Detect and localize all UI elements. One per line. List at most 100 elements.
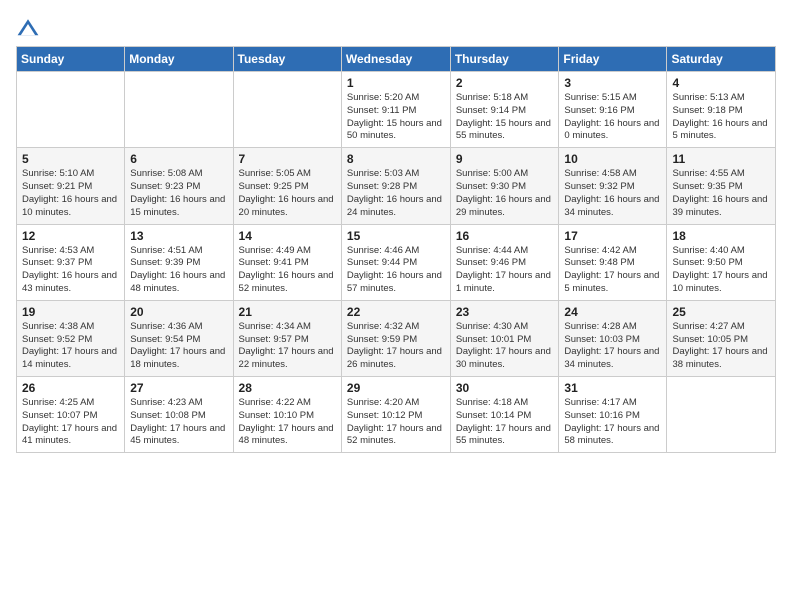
day-number: 11 bbox=[672, 152, 770, 166]
calendar-cell: 9 Sunrise: 5:00 AM Sunset: 9:30 PM Daylig… bbox=[450, 148, 559, 224]
day-info: Sunrise: 5:03 AM Sunset: 9:28 PM Dayligh… bbox=[347, 168, 445, 219]
day-number: 9 bbox=[456, 152, 554, 166]
day-number: 18 bbox=[672, 229, 770, 243]
calendar-cell: 4 Sunrise: 5:13 AM Sunset: 9:18 PM Daylig… bbox=[667, 72, 776, 148]
day-info: Sunrise: 4:20 AM Sunset: 10:12 PM Daylig… bbox=[347, 397, 445, 448]
day-number: 13 bbox=[130, 229, 227, 243]
calendar-cell: 14 Sunrise: 4:49 AM Sunset: 9:41 PM Dayli… bbox=[233, 224, 341, 300]
day-number: 29 bbox=[347, 381, 445, 395]
day-number: 5 bbox=[22, 152, 119, 166]
day-of-week-header: Sunday bbox=[17, 47, 125, 72]
calendar-cell: 13 Sunrise: 4:51 AM Sunset: 9:39 PM Dayli… bbox=[125, 224, 233, 300]
calendar-cell: 5 Sunrise: 5:10 AM Sunset: 9:21 PM Daylig… bbox=[17, 148, 125, 224]
calendar-cell: 21Sunrise: 4:34 AM Sunset: 9:57 PM Dayli… bbox=[233, 300, 341, 376]
day-number: 15 bbox=[347, 229, 445, 243]
calendar-week-row: 12 Sunrise: 4:53 AM Sunset: 9:37 PM Dayli… bbox=[17, 224, 776, 300]
calendar-cell: 2 Sunrise: 5:18 AM Sunset: 9:14 PM Daylig… bbox=[450, 72, 559, 148]
day-number: 16 bbox=[456, 229, 554, 243]
calendar-cell: 27 Sunrise: 4:23 AM Sunset: 10:08 PM Dayl… bbox=[125, 377, 233, 453]
day-info: Sunrise: 4:53 AM Sunset: 9:37 PM Dayligh… bbox=[22, 245, 119, 296]
day-info: Sunrise: 5:20 AM Sunset: 9:11 PM Dayligh… bbox=[347, 92, 445, 143]
day-number: 24 bbox=[564, 305, 661, 319]
day-info: Sunrise: 4:28 AM Sunset: 10:03 PM Daylig… bbox=[564, 321, 661, 372]
calendar-cell: 22 Sunrise: 4:32 AM Sunset: 9:59 PM Dayli… bbox=[341, 300, 450, 376]
day-number: 19 bbox=[22, 305, 119, 319]
page-header bbox=[16, 16, 776, 40]
day-info: Sunrise: 4:18 AM Sunset: 10:14 PM Daylig… bbox=[456, 397, 554, 448]
calendar-table: SundayMondayTuesdayWednesdayThursdayFrid… bbox=[16, 46, 776, 453]
day-number: 6 bbox=[130, 152, 227, 166]
day-info: Sunrise: 4:49 AM Sunset: 9:41 PM Dayligh… bbox=[239, 245, 336, 296]
calendar-cell: 24 Sunrise: 4:28 AM Sunset: 10:03 PM Dayl… bbox=[559, 300, 667, 376]
day-number: 27 bbox=[130, 381, 227, 395]
day-info: Sunrise: 4:42 AM Sunset: 9:48 PM Dayligh… bbox=[564, 245, 661, 296]
day-number: 3 bbox=[564, 76, 661, 90]
calendar-cell: 8 Sunrise: 5:03 AM Sunset: 9:28 PM Daylig… bbox=[341, 148, 450, 224]
calendar-cell: 16Sunrise: 4:44 AM Sunset: 9:46 PM Dayli… bbox=[450, 224, 559, 300]
day-number: 31 bbox=[564, 381, 661, 395]
calendar-cell: 26 Sunrise: 4:25 AM Sunset: 10:07 PM Dayl… bbox=[17, 377, 125, 453]
day-info: Sunrise: 4:38 AM Sunset: 9:52 PM Dayligh… bbox=[22, 321, 119, 372]
calendar-cell: 12 Sunrise: 4:53 AM Sunset: 9:37 PM Dayli… bbox=[17, 224, 125, 300]
day-info: Sunrise: 5:13 AM Sunset: 9:18 PM Dayligh… bbox=[672, 92, 770, 143]
calendar-cell: 31 Sunrise: 4:17 AM Sunset: 10:16 PM Dayl… bbox=[559, 377, 667, 453]
day-info: Sunrise: 4:22 AM Sunset: 10:10 PM Daylig… bbox=[239, 397, 336, 448]
day-info: Sunrise: 4:51 AM Sunset: 9:39 PM Dayligh… bbox=[130, 245, 227, 296]
calendar-week-row: 1 Sunrise: 5:20 AM Sunset: 9:11 PM Daylig… bbox=[17, 72, 776, 148]
logo bbox=[16, 16, 42, 40]
calendar-cell: 25Sunrise: 4:27 AM Sunset: 10:05 PM Dayl… bbox=[667, 300, 776, 376]
calendar-cell bbox=[125, 72, 233, 148]
calendar-cell bbox=[233, 72, 341, 148]
day-info: Sunrise: 4:46 AM Sunset: 9:44 PM Dayligh… bbox=[347, 245, 445, 296]
calendar-cell bbox=[667, 377, 776, 453]
day-number: 26 bbox=[22, 381, 119, 395]
day-info: Sunrise: 5:18 AM Sunset: 9:14 PM Dayligh… bbox=[456, 92, 554, 143]
day-number: 22 bbox=[347, 305, 445, 319]
day-info: Sunrise: 4:17 AM Sunset: 10:16 PM Daylig… bbox=[564, 397, 661, 448]
calendar-week-row: 5 Sunrise: 5:10 AM Sunset: 9:21 PM Daylig… bbox=[17, 148, 776, 224]
calendar-cell: 30 Sunrise: 4:18 AM Sunset: 10:14 PM Dayl… bbox=[450, 377, 559, 453]
calendar-cell: 10Sunrise: 4:58 AM Sunset: 9:32 PM Dayli… bbox=[559, 148, 667, 224]
calendar-cell: 19 Sunrise: 4:38 AM Sunset: 9:52 PM Dayli… bbox=[17, 300, 125, 376]
day-of-week-header: Monday bbox=[125, 47, 233, 72]
day-of-week-header: Wednesday bbox=[341, 47, 450, 72]
day-info: Sunrise: 5:15 AM Sunset: 9:16 PM Dayligh… bbox=[564, 92, 661, 143]
calendar-cell: 29 Sunrise: 4:20 AM Sunset: 10:12 PM Dayl… bbox=[341, 377, 450, 453]
day-info: Sunrise: 4:32 AM Sunset: 9:59 PM Dayligh… bbox=[347, 321, 445, 372]
day-info: Sunrise: 5:00 AM Sunset: 9:30 PM Dayligh… bbox=[456, 168, 554, 219]
day-of-week-header: Friday bbox=[559, 47, 667, 72]
calendar-cell: 1 Sunrise: 5:20 AM Sunset: 9:11 PM Daylig… bbox=[341, 72, 450, 148]
day-number: 20 bbox=[130, 305, 227, 319]
day-number: 25 bbox=[672, 305, 770, 319]
calendar-header-row: SundayMondayTuesdayWednesdayThursdayFrid… bbox=[17, 47, 776, 72]
day-info: Sunrise: 5:10 AM Sunset: 9:21 PM Dayligh… bbox=[22, 168, 119, 219]
calendar-week-row: 19 Sunrise: 4:38 AM Sunset: 9:52 PM Dayli… bbox=[17, 300, 776, 376]
day-info: Sunrise: 4:23 AM Sunset: 10:08 PM Daylig… bbox=[130, 397, 227, 448]
day-number: 12 bbox=[22, 229, 119, 243]
calendar-cell: 11Sunrise: 4:55 AM Sunset: 9:35 PM Dayli… bbox=[667, 148, 776, 224]
calendar-cell bbox=[17, 72, 125, 148]
day-number: 8 bbox=[347, 152, 445, 166]
day-info: Sunrise: 4:25 AM Sunset: 10:07 PM Daylig… bbox=[22, 397, 119, 448]
calendar-cell: 18Sunrise: 4:40 AM Sunset: 9:50 PM Dayli… bbox=[667, 224, 776, 300]
logo-icon bbox=[16, 16, 40, 40]
day-number: 4 bbox=[672, 76, 770, 90]
calendar-cell: 15 Sunrise: 4:46 AM Sunset: 9:44 PM Dayli… bbox=[341, 224, 450, 300]
day-number: 10 bbox=[564, 152, 661, 166]
day-info: Sunrise: 4:36 AM Sunset: 9:54 PM Dayligh… bbox=[130, 321, 227, 372]
day-number: 17 bbox=[564, 229, 661, 243]
day-of-week-header: Saturday bbox=[667, 47, 776, 72]
day-info: Sunrise: 5:08 AM Sunset: 9:23 PM Dayligh… bbox=[130, 168, 227, 219]
day-number: 23 bbox=[456, 305, 554, 319]
day-number: 30 bbox=[456, 381, 554, 395]
day-number: 14 bbox=[239, 229, 336, 243]
day-number: 7 bbox=[239, 152, 336, 166]
day-info: Sunrise: 4:34 AM Sunset: 9:57 PM Dayligh… bbox=[239, 321, 336, 372]
day-of-week-header: Thursday bbox=[450, 47, 559, 72]
calendar-cell: 28Sunrise: 4:22 AM Sunset: 10:10 PM Dayl… bbox=[233, 377, 341, 453]
day-number: 1 bbox=[347, 76, 445, 90]
calendar-cell: 20 Sunrise: 4:36 AM Sunset: 9:54 PM Dayli… bbox=[125, 300, 233, 376]
calendar-cell: 3 Sunrise: 5:15 AM Sunset: 9:16 PM Daylig… bbox=[559, 72, 667, 148]
calendar-cell: 7Sunrise: 5:05 AM Sunset: 9:25 PM Daylig… bbox=[233, 148, 341, 224]
day-number: 2 bbox=[456, 76, 554, 90]
